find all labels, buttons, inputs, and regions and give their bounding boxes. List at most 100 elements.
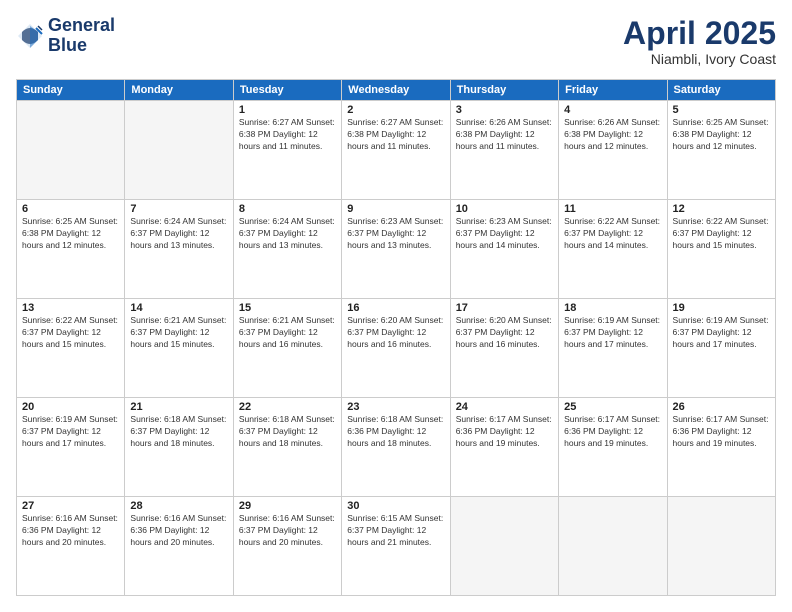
calendar-cell: 28Sunrise: 6:16 AM Sunset: 6:36 PM Dayli… [125, 497, 233, 596]
day-number: 30 [347, 500, 444, 512]
day-number: 6 [22, 203, 119, 215]
title-area: April 2025 Niambli, Ivory Coast [623, 16, 776, 67]
weekday-header-thursday: Thursday [450, 80, 558, 101]
logo-icon [16, 22, 44, 50]
day-detail: Sunrise: 6:22 AM Sunset: 6:37 PM Dayligh… [564, 216, 661, 252]
calendar-cell: 26Sunrise: 6:17 AM Sunset: 6:36 PM Dayli… [667, 398, 775, 497]
day-detail: Sunrise: 6:16 AM Sunset: 6:37 PM Dayligh… [239, 513, 336, 549]
calendar-cell: 1Sunrise: 6:27 AM Sunset: 6:38 PM Daylig… [233, 101, 341, 200]
day-number: 29 [239, 500, 336, 512]
calendar-cell: 23Sunrise: 6:18 AM Sunset: 6:36 PM Dayli… [342, 398, 450, 497]
calendar-cell: 25Sunrise: 6:17 AM Sunset: 6:36 PM Dayli… [559, 398, 667, 497]
day-number: 3 [456, 104, 553, 116]
calendar-cell [125, 101, 233, 200]
calendar-cell: 30Sunrise: 6:15 AM Sunset: 6:37 PM Dayli… [342, 497, 450, 596]
day-number: 27 [22, 500, 119, 512]
day-detail: Sunrise: 6:18 AM Sunset: 6:37 PM Dayligh… [130, 414, 227, 450]
calendar-cell: 14Sunrise: 6:21 AM Sunset: 6:37 PM Dayli… [125, 299, 233, 398]
weekday-header-tuesday: Tuesday [233, 80, 341, 101]
day-detail: Sunrise: 6:22 AM Sunset: 6:37 PM Dayligh… [22, 315, 119, 351]
calendar-cell [450, 497, 558, 596]
calendar-cell: 24Sunrise: 6:17 AM Sunset: 6:36 PM Dayli… [450, 398, 558, 497]
calendar-cell [667, 497, 775, 596]
calendar-cell: 18Sunrise: 6:19 AM Sunset: 6:37 PM Dayli… [559, 299, 667, 398]
day-detail: Sunrise: 6:21 AM Sunset: 6:37 PM Dayligh… [130, 315, 227, 351]
day-detail: Sunrise: 6:27 AM Sunset: 6:38 PM Dayligh… [347, 117, 444, 153]
calendar-cell: 11Sunrise: 6:22 AM Sunset: 6:37 PM Dayli… [559, 200, 667, 299]
day-detail: Sunrise: 6:17 AM Sunset: 6:36 PM Dayligh… [564, 414, 661, 450]
logo-text: General Blue [48, 16, 115, 56]
day-detail: Sunrise: 6:23 AM Sunset: 6:37 PM Dayligh… [347, 216, 444, 252]
day-detail: Sunrise: 6:17 AM Sunset: 6:36 PM Dayligh… [456, 414, 553, 450]
day-number: 18 [564, 302, 661, 314]
day-detail: Sunrise: 6:22 AM Sunset: 6:37 PM Dayligh… [673, 216, 770, 252]
day-number: 8 [239, 203, 336, 215]
calendar-cell: 9Sunrise: 6:23 AM Sunset: 6:37 PM Daylig… [342, 200, 450, 299]
day-number: 25 [564, 401, 661, 413]
day-number: 10 [456, 203, 553, 215]
calendar-cell: 2Sunrise: 6:27 AM Sunset: 6:38 PM Daylig… [342, 101, 450, 200]
calendar-cell: 27Sunrise: 6:16 AM Sunset: 6:36 PM Dayli… [17, 497, 125, 596]
calendar-cell: 3Sunrise: 6:26 AM Sunset: 6:38 PM Daylig… [450, 101, 558, 200]
day-detail: Sunrise: 6:17 AM Sunset: 6:36 PM Dayligh… [673, 414, 770, 450]
day-detail: Sunrise: 6:21 AM Sunset: 6:37 PM Dayligh… [239, 315, 336, 351]
day-number: 17 [456, 302, 553, 314]
calendar-cell [17, 101, 125, 200]
day-number: 26 [673, 401, 770, 413]
calendar-cell: 10Sunrise: 6:23 AM Sunset: 6:37 PM Dayli… [450, 200, 558, 299]
day-number: 5 [673, 104, 770, 116]
location-title: Niambli, Ivory Coast [623, 51, 776, 67]
day-detail: Sunrise: 6:20 AM Sunset: 6:37 PM Dayligh… [347, 315, 444, 351]
day-detail: Sunrise: 6:25 AM Sunset: 6:38 PM Dayligh… [673, 117, 770, 153]
calendar-cell: 20Sunrise: 6:19 AM Sunset: 6:37 PM Dayli… [17, 398, 125, 497]
day-number: 2 [347, 104, 444, 116]
day-number: 22 [239, 401, 336, 413]
day-detail: Sunrise: 6:16 AM Sunset: 6:36 PM Dayligh… [22, 513, 119, 549]
day-detail: Sunrise: 6:20 AM Sunset: 6:37 PM Dayligh… [456, 315, 553, 351]
calendar-cell: 19Sunrise: 6:19 AM Sunset: 6:37 PM Dayli… [667, 299, 775, 398]
calendar-cell: 4Sunrise: 6:26 AM Sunset: 6:38 PM Daylig… [559, 101, 667, 200]
day-number: 15 [239, 302, 336, 314]
calendar-cell: 29Sunrise: 6:16 AM Sunset: 6:37 PM Dayli… [233, 497, 341, 596]
calendar-cell: 5Sunrise: 6:25 AM Sunset: 6:38 PM Daylig… [667, 101, 775, 200]
day-number: 14 [130, 302, 227, 314]
weekday-header-wednesday: Wednesday [342, 80, 450, 101]
day-detail: Sunrise: 6:19 AM Sunset: 6:37 PM Dayligh… [22, 414, 119, 450]
day-detail: Sunrise: 6:24 AM Sunset: 6:37 PM Dayligh… [130, 216, 227, 252]
day-number: 19 [673, 302, 770, 314]
day-detail: Sunrise: 6:19 AM Sunset: 6:37 PM Dayligh… [673, 315, 770, 351]
calendar-cell: 13Sunrise: 6:22 AM Sunset: 6:37 PM Dayli… [17, 299, 125, 398]
day-detail: Sunrise: 6:18 AM Sunset: 6:36 PM Dayligh… [347, 414, 444, 450]
calendar-cell: 15Sunrise: 6:21 AM Sunset: 6:37 PM Dayli… [233, 299, 341, 398]
calendar-cell: 22Sunrise: 6:18 AM Sunset: 6:37 PM Dayli… [233, 398, 341, 497]
day-detail: Sunrise: 6:23 AM Sunset: 6:37 PM Dayligh… [456, 216, 553, 252]
day-detail: Sunrise: 6:16 AM Sunset: 6:36 PM Dayligh… [130, 513, 227, 549]
day-number: 16 [347, 302, 444, 314]
day-number: 23 [347, 401, 444, 413]
calendar-cell: 7Sunrise: 6:24 AM Sunset: 6:37 PM Daylig… [125, 200, 233, 299]
day-detail: Sunrise: 6:18 AM Sunset: 6:37 PM Dayligh… [239, 414, 336, 450]
day-detail: Sunrise: 6:15 AM Sunset: 6:37 PM Dayligh… [347, 513, 444, 549]
day-number: 4 [564, 104, 661, 116]
calendar-cell: 16Sunrise: 6:20 AM Sunset: 6:37 PM Dayli… [342, 299, 450, 398]
day-detail: Sunrise: 6:24 AM Sunset: 6:37 PM Dayligh… [239, 216, 336, 252]
day-number: 21 [130, 401, 227, 413]
page-header: General Blue April 2025 Niambli, Ivory C… [16, 16, 776, 67]
day-number: 1 [239, 104, 336, 116]
day-number: 11 [564, 203, 661, 215]
weekday-header-friday: Friday [559, 80, 667, 101]
day-detail: Sunrise: 6:27 AM Sunset: 6:38 PM Dayligh… [239, 117, 336, 153]
day-number: 13 [22, 302, 119, 314]
calendar-cell [559, 497, 667, 596]
calendar-cell: 6Sunrise: 6:25 AM Sunset: 6:38 PM Daylig… [17, 200, 125, 299]
weekday-header-sunday: Sunday [17, 80, 125, 101]
calendar-table: SundayMondayTuesdayWednesdayThursdayFrid… [16, 79, 776, 596]
logo: General Blue [16, 16, 115, 56]
calendar-cell: 17Sunrise: 6:20 AM Sunset: 6:37 PM Dayli… [450, 299, 558, 398]
day-number: 9 [347, 203, 444, 215]
weekday-header-saturday: Saturday [667, 80, 775, 101]
day-detail: Sunrise: 6:19 AM Sunset: 6:37 PM Dayligh… [564, 315, 661, 351]
day-detail: Sunrise: 6:26 AM Sunset: 6:38 PM Dayligh… [564, 117, 661, 153]
day-number: 20 [22, 401, 119, 413]
month-title: April 2025 [623, 16, 776, 51]
